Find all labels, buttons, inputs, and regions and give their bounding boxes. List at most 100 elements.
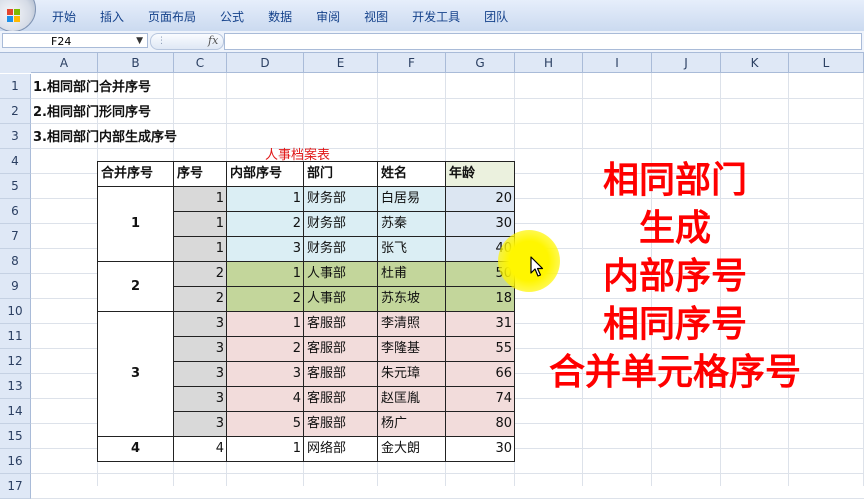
ribbon-tab[interactable]: 审阅 — [304, 9, 352, 25]
seq-cell[interactable]: 3 — [174, 387, 227, 412]
seq-cell[interactable]: 1 — [174, 237, 227, 262]
inner-seq-cell[interactable]: 2 — [227, 337, 304, 362]
dept-cell[interactable]: 客服部 — [304, 362, 378, 387]
merged-seq-cell[interactable]: 3 — [98, 312, 174, 437]
row-header[interactable]: 8 — [0, 249, 31, 274]
age-cell[interactable]: 31 — [446, 312, 515, 337]
seq-cell[interactable]: 2 — [174, 262, 227, 287]
column-header[interactable]: K — [721, 53, 789, 73]
dept-cell[interactable]: 客服部 — [304, 412, 378, 437]
age-cell[interactable]: 66 — [446, 362, 515, 387]
column-header[interactable]: J — [652, 53, 721, 73]
column-header[interactable]: H — [515, 53, 583, 73]
column-header[interactable]: A — [31, 53, 98, 73]
ribbon-tab[interactable]: 开发工具 — [400, 9, 472, 25]
age-cell[interactable]: 18 — [446, 287, 515, 312]
dept-cell[interactable]: 财务部 — [304, 212, 378, 237]
dept-cell[interactable]: 财务部 — [304, 187, 378, 212]
column-header[interactable]: L — [789, 53, 864, 73]
ribbon-tab[interactable]: 公式 — [208, 9, 256, 25]
age-cell[interactable]: 20 — [446, 187, 515, 212]
row-header[interactable]: 9 — [0, 274, 31, 299]
table-header-cell[interactable]: 内部序号 — [227, 162, 304, 187]
merged-seq-cell[interactable]: 1 — [98, 187, 174, 262]
column-header[interactable]: D — [227, 53, 304, 73]
name-cell[interactable]: 白居易 — [378, 187, 446, 212]
drag-handle-icon[interactable]: ⋮ — [157, 36, 166, 46]
name-cell[interactable]: 苏东坡 — [378, 287, 446, 312]
seq-cell[interactable]: 2 — [174, 287, 227, 312]
row-header[interactable]: 13 — [0, 374, 31, 399]
ribbon-tab[interactable]: 团队 — [472, 9, 520, 25]
inner-seq-cell[interactable]: 1 — [227, 312, 304, 337]
inner-seq-cell[interactable]: 1 — [227, 262, 304, 287]
ribbon-tab[interactable]: 数据 — [256, 9, 304, 25]
seq-cell[interactable]: 3 — [174, 362, 227, 387]
note-line[interactable]: 3.相同部门内部生成序号 — [33, 125, 177, 150]
table-header-cell[interactable]: 部门 — [304, 162, 378, 187]
note-line[interactable]: 1.相同部门合并序号 — [33, 75, 151, 100]
row-header[interactable]: 17 — [0, 474, 31, 499]
inner-seq-cell[interactable]: 2 — [227, 287, 304, 312]
inner-seq-cell[interactable]: 2 — [227, 212, 304, 237]
insert-function-button[interactable]: fx — [208, 34, 218, 47]
chevron-down-icon[interactable]: ▼ — [136, 34, 143, 49]
row-header[interactable]: 4 — [0, 149, 31, 174]
row-header[interactable]: 10 — [0, 299, 31, 324]
name-cell[interactable]: 赵匡胤 — [378, 387, 446, 412]
seq-cell[interactable]: 3 — [174, 312, 227, 337]
note-line[interactable]: 2.相同部门形同序号 — [33, 100, 151, 125]
dept-cell[interactable]: 人事部 — [304, 287, 378, 312]
column-header[interactable]: I — [583, 53, 652, 73]
age-cell[interactable]: 30 — [446, 212, 515, 237]
row-header[interactable]: 15 — [0, 424, 31, 449]
age-cell[interactable]: 74 — [446, 387, 515, 412]
dept-cell[interactable]: 客服部 — [304, 387, 378, 412]
age-cell[interactable]: 55 — [446, 337, 515, 362]
row-header[interactable]: 3 — [0, 124, 31, 149]
name-cell[interactable]: 杨广 — [378, 412, 446, 437]
row-header[interactable]: 2 — [0, 99, 31, 124]
row-header[interactable]: 11 — [0, 324, 31, 349]
seq-cell[interactable]: 3 — [174, 412, 227, 437]
name-cell[interactable]: 苏秦 — [378, 212, 446, 237]
column-header[interactable]: F — [378, 53, 446, 73]
row-header[interactable]: 14 — [0, 399, 31, 424]
table-header-cell[interactable]: 年龄 — [446, 162, 515, 187]
inner-seq-cell[interactable]: 4 — [227, 387, 304, 412]
row-header[interactable]: 1 — [0, 74, 31, 99]
row-header[interactable]: 12 — [0, 349, 31, 374]
formula-input[interactable] — [224, 33, 862, 50]
column-header[interactable]: C — [174, 53, 227, 73]
column-header[interactable]: G — [446, 53, 515, 73]
table-header-cell[interactable]: 序号 — [174, 162, 227, 187]
inner-seq-cell[interactable]: 1 — [227, 187, 304, 212]
dept-cell[interactable]: 财务部 — [304, 237, 378, 262]
dept-cell[interactable]: 客服部 — [304, 337, 378, 362]
row-header[interactable]: 5 — [0, 174, 31, 199]
dept-cell[interactable]: 客服部 — [304, 312, 378, 337]
name-cell[interactable]: 张飞 — [378, 237, 446, 262]
name-cell[interactable]: 朱元璋 — [378, 362, 446, 387]
column-header[interactable]: E — [304, 53, 378, 73]
age-cell[interactable]: 80 — [446, 412, 515, 437]
inner-seq-cell[interactable]: 1 — [227, 437, 304, 462]
age-cell[interactable]: 30 — [446, 437, 515, 462]
dept-cell[interactable]: 人事部 — [304, 262, 378, 287]
name-box[interactable]: F24 ▼ — [2, 33, 148, 48]
row-header[interactable]: 16 — [0, 449, 31, 474]
inner-seq-cell[interactable]: 3 — [227, 362, 304, 387]
column-header[interactable]: B — [98, 53, 174, 73]
ribbon-tab[interactable]: 开始 — [40, 9, 88, 25]
inner-seq-cell[interactable]: 3 — [227, 237, 304, 262]
table-header-cell[interactable]: 合并序号 — [98, 162, 174, 187]
row-header[interactable]: 7 — [0, 224, 31, 249]
table-header-cell[interactable]: 姓名 — [378, 162, 446, 187]
seq-cell[interactable]: 3 — [174, 337, 227, 362]
ribbon-tab[interactable]: 插入 — [88, 9, 136, 25]
inner-seq-cell[interactable]: 5 — [227, 412, 304, 437]
name-cell[interactable]: 李隆基 — [378, 337, 446, 362]
name-cell[interactable]: 杜甫 — [378, 262, 446, 287]
merged-seq-cell[interactable]: 2 — [98, 262, 174, 312]
office-button[interactable] — [0, 0, 36, 32]
